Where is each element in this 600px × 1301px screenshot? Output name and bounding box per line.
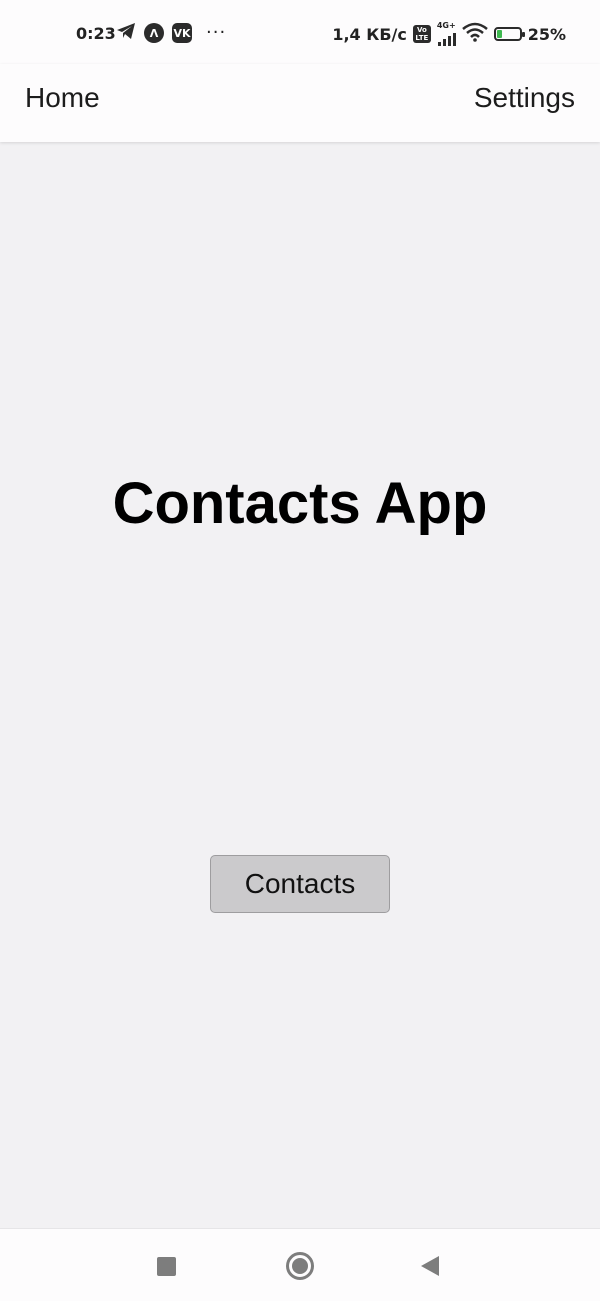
- network-speed: 1,4 КБ/с: [332, 24, 407, 44]
- home-circle-icon[interactable]: [286, 1252, 314, 1280]
- back-triangle-icon[interactable]: [421, 1256, 439, 1276]
- more-notifications-icon: ···: [206, 22, 227, 43]
- network-type: 4G+: [436, 21, 456, 30]
- battery-level: 25%: [527, 24, 566, 44]
- contacts-button[interactable]: Contacts: [210, 855, 390, 913]
- system-indicators: 1,4 КБ/с Vo LTE 4G+ 25%: [332, 22, 566, 46]
- battery-charging-icon: [493, 27, 525, 41]
- lambda-app-icon: Λ: [144, 23, 164, 43]
- app-header: Home Settings: [0, 64, 600, 142]
- status-time: 0:23: [76, 24, 116, 43]
- status-bar: 0:23 Λ VK ··· 1,4 КБ/с Vo LTE 4G+ 25%: [0, 0, 600, 64]
- nav-home-link[interactable]: Home: [25, 82, 100, 114]
- nav-settings-link[interactable]: Settings: [474, 82, 575, 114]
- telegram-icon: [116, 22, 136, 44]
- battery-fill: [496, 30, 503, 38]
- wifi-icon: [461, 22, 488, 46]
- system-nav-bar: [0, 1228, 600, 1301]
- vk-icon: VK: [172, 23, 192, 43]
- cellular-signal-icon: 4G+: [437, 22, 456, 46]
- recents-square-icon[interactable]: [157, 1257, 176, 1276]
- notification-icons: Λ VK ···: [116, 22, 226, 44]
- page-title: Contacts App: [112, 471, 488, 536]
- volte-icon: Vo LTE: [412, 25, 431, 43]
